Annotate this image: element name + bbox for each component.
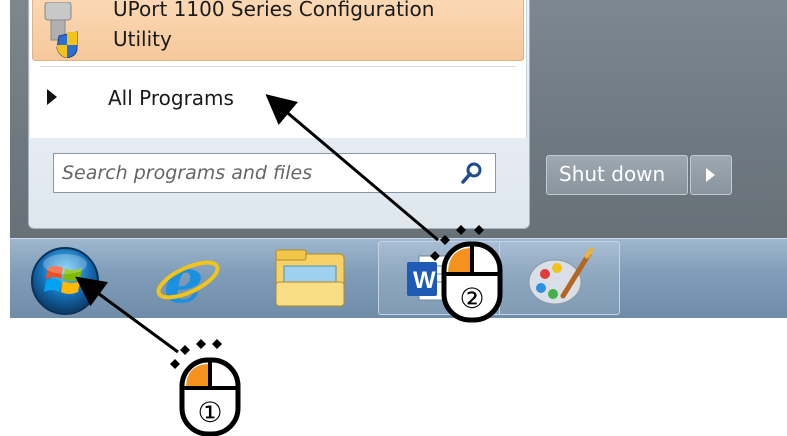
- mouse-step2-icon: ②: [430, 225, 503, 323]
- annotation-arrows: [75, 94, 439, 354]
- step1-label: ①: [197, 396, 222, 429]
- step2-label: ②: [459, 282, 484, 315]
- mouse-step1-icon: ①: [170, 339, 241, 436]
- arrow-to-all-programs: [265, 94, 439, 242]
